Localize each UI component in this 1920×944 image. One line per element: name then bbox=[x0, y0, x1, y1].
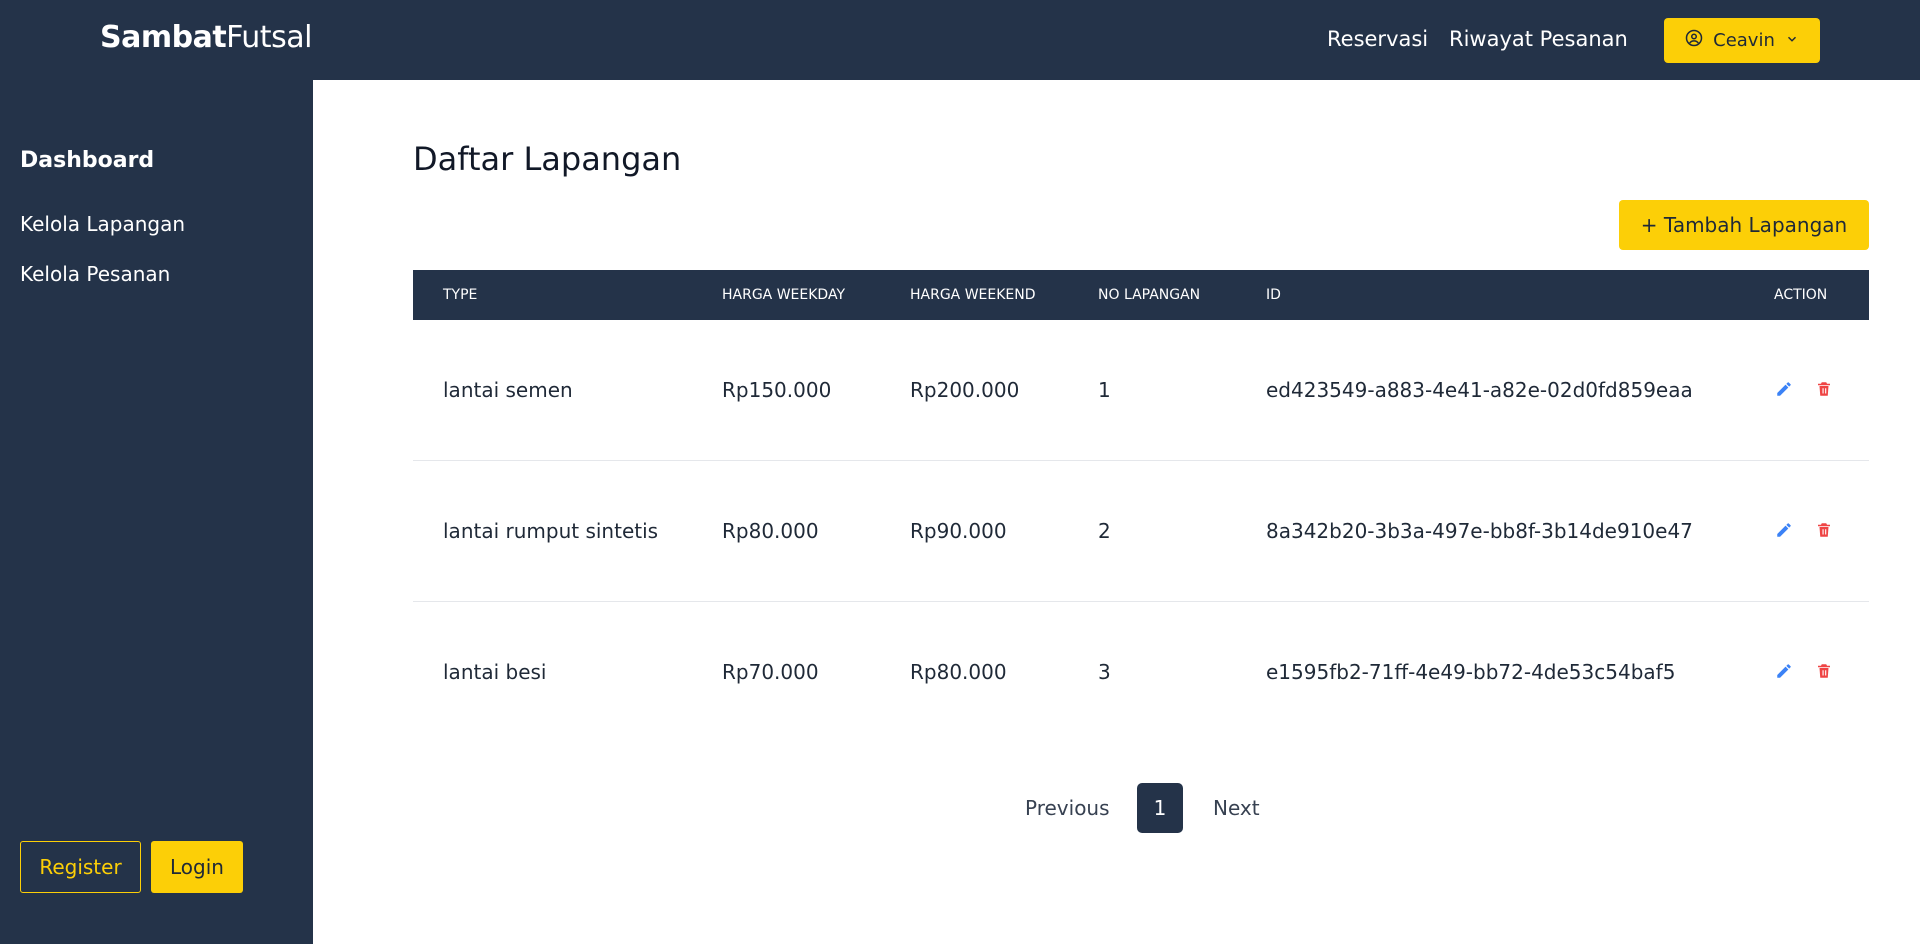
nav-reservasi-link[interactable]: Reservasi bbox=[1327, 27, 1428, 51]
edit-pencil-icon[interactable] bbox=[1775, 662, 1795, 682]
brand-light: Futsal bbox=[226, 20, 312, 55]
header-harga-weekend: HARGA WEEKEND bbox=[910, 287, 1036, 303]
user-menu-button[interactable]: Ceavin bbox=[1664, 18, 1820, 63]
header-id: ID bbox=[1266, 287, 1281, 303]
pagination-previous[interactable]: Previous bbox=[1025, 796, 1110, 820]
cell-harga-weekend: Rp90.000 bbox=[910, 519, 1007, 543]
sidebar-dashboard-link[interactable]: Dashboard bbox=[20, 148, 154, 173]
cell-no-lapangan: 1 bbox=[1098, 378, 1111, 402]
delete-trash-icon[interactable] bbox=[1815, 662, 1835, 682]
cell-type: lantai rumput sintetis bbox=[443, 519, 659, 543]
cell-harga-weekday: Rp80.000 bbox=[722, 519, 819, 543]
cell-id: 8a342b20-3b3a-497e-bb8f-3b14de910e47 bbox=[1266, 519, 1693, 543]
brand-bold: Sambat bbox=[100, 20, 227, 55]
header-action: ACTION bbox=[1774, 287, 1828, 303]
edit-pencil-icon[interactable] bbox=[1775, 521, 1795, 541]
header-harga-weekday: HARGA WEEKDAY bbox=[722, 287, 845, 303]
brand-logo[interactable]: SambatFutsal bbox=[100, 20, 312, 55]
cell-no-lapangan: 3 bbox=[1098, 660, 1111, 684]
register-button[interactable]: Register bbox=[20, 841, 141, 893]
cell-harga-weekend: Rp80.000 bbox=[910, 660, 1007, 684]
cell-harga-weekday: Rp150.000 bbox=[722, 378, 832, 402]
header-no-lapangan: NO LAPANGAN bbox=[1098, 287, 1201, 303]
cell-harga-weekday: Rp70.000 bbox=[722, 660, 819, 684]
lapangan-table: TYPE HARGA WEEKDAY HARGA WEEKEND NO LAPA… bbox=[413, 270, 1869, 743]
login-button[interactable]: Login bbox=[151, 841, 243, 893]
cell-no-lapangan: 2 bbox=[1098, 519, 1111, 543]
cell-id: ed423549-a883-4e41-a82e-02d0fd859eaa bbox=[1266, 378, 1693, 402]
user-name: Ceavin bbox=[1713, 30, 1775, 51]
table-row: lantai semen Rp150.000 Rp200.000 1 ed423… bbox=[413, 320, 1869, 461]
table-row: lantai besi Rp70.000 Rp80.000 3 e1595fb2… bbox=[413, 602, 1869, 743]
table-header: TYPE HARGA WEEKDAY HARGA WEEKEND NO LAPA… bbox=[413, 270, 1869, 320]
sidebar: Dashboard Kelola Lapangan Kelola Pesanan… bbox=[0, 80, 313, 944]
edit-pencil-icon[interactable] bbox=[1775, 380, 1795, 400]
cell-type: lantai besi bbox=[443, 660, 547, 684]
header-type: TYPE bbox=[443, 287, 478, 303]
table-row: lantai rumput sintetis Rp80.000 Rp90.000… bbox=[413, 461, 1869, 602]
delete-trash-icon[interactable] bbox=[1815, 521, 1835, 541]
pagination-page-1[interactable]: 1 bbox=[1137, 783, 1183, 833]
page-title: Daftar Lapangan bbox=[413, 140, 682, 178]
cell-id: e1595fb2-71ff-4e49-bb72-4de53c54baf5 bbox=[1266, 660, 1676, 684]
delete-trash-icon[interactable] bbox=[1815, 380, 1835, 400]
nav-riwayat-pesanan-link[interactable]: Riwayat Pesanan bbox=[1449, 27, 1628, 51]
user-circle-icon bbox=[1685, 29, 1703, 52]
cell-harga-weekend: Rp200.000 bbox=[910, 378, 1020, 402]
cell-type: lantai semen bbox=[443, 378, 573, 402]
sidebar-item-kelola-lapangan[interactable]: Kelola Lapangan bbox=[20, 212, 185, 236]
add-lapangan-button[interactable]: + Tambah Lapangan bbox=[1619, 200, 1869, 250]
chevron-down-icon bbox=[1785, 30, 1799, 51]
pagination-next[interactable]: Next bbox=[1213, 796, 1260, 820]
top-navbar: SambatFutsal Reservasi Riwayat Pesanan C… bbox=[0, 0, 1920, 80]
sidebar-item-kelola-pesanan[interactable]: Kelola Pesanan bbox=[20, 262, 170, 286]
